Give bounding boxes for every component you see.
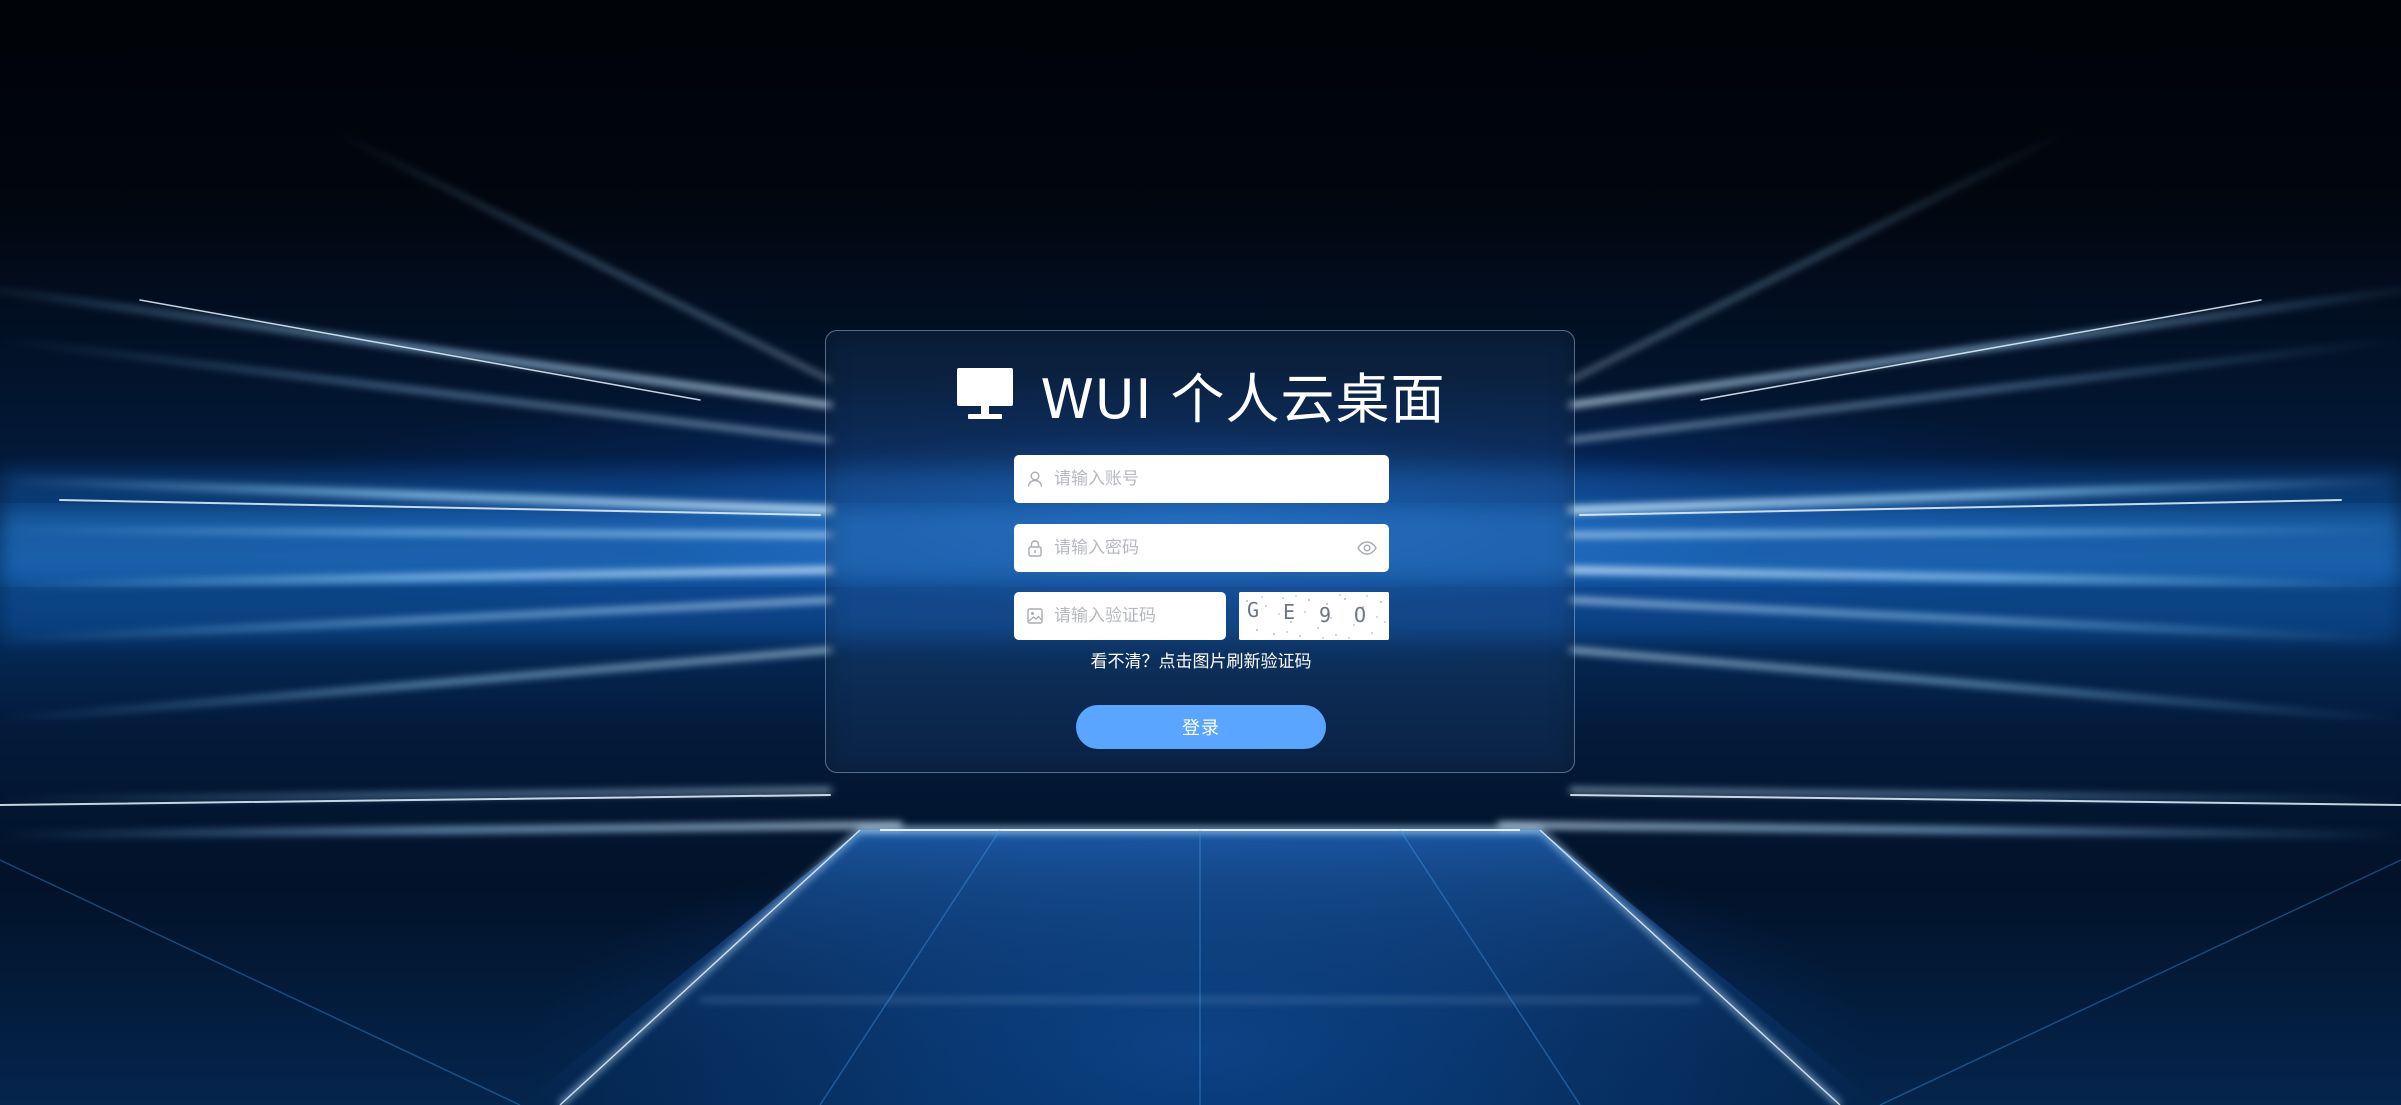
eye-icon[interactable] [1357, 540, 1377, 556]
account-field[interactable] [1014, 455, 1389, 503]
captcha-image[interactable]: G E 9 O [1239, 592, 1389, 640]
captcha-input[interactable] [1054, 596, 1226, 636]
page-title: WUI 个人云桌面 [1040, 367, 1446, 431]
monitor-icon [957, 368, 1014, 419]
user-icon [1027, 471, 1043, 487]
login-panel: WUI 个人云桌面 请输入账号 请输入验证码 G E 9 O 看不清？点击图片刷… [825, 330, 1575, 773]
captcha-refresh-hint[interactable]: 看不清？点击图片刷新验证码 [826, 647, 1576, 672]
login-button[interactable]: 登录 [1076, 705, 1326, 749]
captcha-char: G [1247, 598, 1259, 622]
lock-icon [1028, 540, 1042, 557]
captcha-char: O [1354, 603, 1366, 627]
password-field[interactable] [1014, 524, 1389, 572]
password-input[interactable] [1054, 528, 1357, 568]
title-row: WUI 个人云桌面 [826, 359, 1576, 431]
picture-icon [1027, 608, 1043, 624]
login-screen: WUI 个人云桌面 请输入账号 请输入验证码 G E 9 O 看不清？点击图片刷… [0, 0, 2401, 1105]
captcha-field[interactable] [1014, 592, 1226, 640]
captcha-graphic: G E 9 O [1239, 592, 1389, 640]
account-input[interactable] [1054, 459, 1389, 499]
captcha-char: 9 [1319, 603, 1331, 627]
captcha-char: E [1283, 600, 1295, 624]
